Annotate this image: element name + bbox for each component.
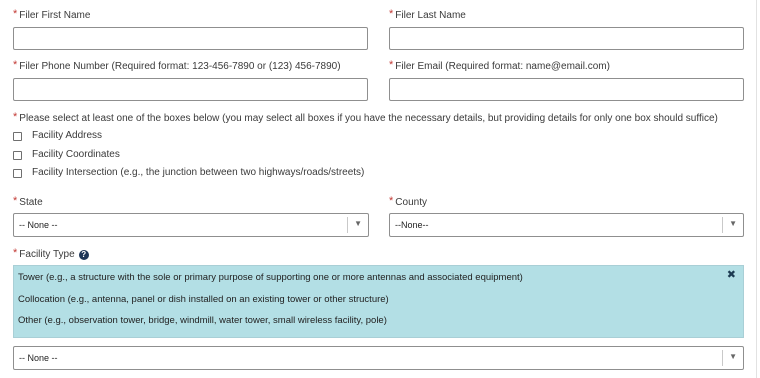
required-marker: *: [13, 195, 18, 207]
select-divider: [347, 217, 348, 233]
county-selected-value: --None--: [395, 220, 429, 230]
state-label: * State: [13, 195, 43, 208]
facility-type-option-tower[interactable]: Tower (e.g., a structure with the sole o…: [18, 272, 523, 283]
filer-phone-label: * Filer Phone Number (Required format: 12…: [13, 59, 341, 72]
facility-intersection-checkbox[interactable]: [13, 169, 22, 178]
facility-type-options-panel: Tower (e.g., a structure with the sole o…: [13, 265, 744, 338]
required-marker: *: [389, 195, 394, 207]
required-marker: *: [13, 111, 18, 123]
filer-first-name-input[interactable]: [13, 27, 368, 50]
required-marker: *: [389, 8, 394, 20]
select-divider: [722, 350, 723, 366]
chevron-down-icon: ▼: [354, 219, 362, 228]
required-marker: *: [13, 59, 18, 71]
facility-coordinates-label: Facility Coordinates: [32, 149, 120, 160]
filer-email-input[interactable]: [389, 78, 744, 101]
state-select[interactable]: -- None -- ▼: [13, 213, 369, 237]
filer-phone-input[interactable]: [13, 78, 368, 101]
required-marker: *: [389, 59, 394, 71]
county-label: * County: [389, 195, 427, 208]
facility-intersection-label: Facility Intersection (e.g., the junctio…: [32, 167, 365, 178]
facility-address-checkbox[interactable]: [13, 132, 22, 141]
filer-last-name-input[interactable]: [389, 27, 744, 50]
close-icon[interactable]: ✖: [727, 268, 736, 281]
facility-type-selected-value: -- None --: [19, 353, 58, 363]
facility-type-option-other[interactable]: Other (e.g., observation tower, bridge, …: [18, 315, 387, 326]
required-marker: *: [13, 247, 18, 259]
facility-type-option-collocation[interactable]: Collocation (e.g., antenna, panel or dis…: [18, 294, 389, 305]
required-marker: *: [13, 8, 18, 20]
chevron-down-icon: ▼: [729, 219, 737, 228]
select-divider: [722, 217, 723, 233]
facility-type-label: * Facility Type?: [13, 247, 89, 260]
filer-last-name-label: * Filer Last Name: [389, 8, 466, 21]
state-selected-value: -- None --: [19, 220, 58, 230]
facility-type-select[interactable]: -- None -- ▼: [13, 346, 744, 370]
facility-address-label: Facility Address: [32, 130, 103, 141]
facility-coordinates-checkbox[interactable]: [13, 151, 22, 160]
chevron-down-icon: ▼: [729, 352, 737, 361]
question-circle-icon[interactable]: ?: [78, 250, 89, 260]
location-instruction: * Please select at least one of the boxes…: [13, 111, 718, 124]
filer-email-label: * Filer Email (Required format: name@emai…: [389, 59, 610, 72]
page-right-border: [756, 0, 757, 378]
county-select[interactable]: --None-- ▼: [389, 213, 744, 237]
filer-first-name-label: * Filer First Name: [13, 8, 91, 21]
